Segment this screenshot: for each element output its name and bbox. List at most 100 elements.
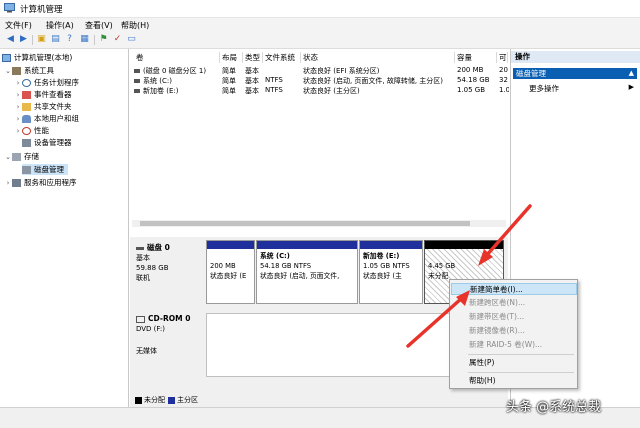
back-arrow-icon[interactable]: ◀ [5, 34, 16, 45]
column-header-layout[interactable]: 布局 [220, 52, 243, 63]
cdrom-info[interactable]: CD-ROM 0 DVD (F:) 无媒体 [136, 313, 204, 357]
cdrom-icon [136, 315, 145, 323]
scrollbar-thumb[interactable] [140, 221, 470, 226]
column-header-capacity[interactable]: 容量 [455, 52, 497, 63]
window-title: 计算机管理 [20, 5, 63, 15]
chevron-right-icon[interactable]: › [4, 179, 12, 187]
tree-item-label: 磁盘管理 [34, 165, 64, 174]
help-icon[interactable]: ? [64, 34, 75, 45]
menu-file[interactable]: 文件(F) [5, 20, 32, 31]
menu-separator [468, 354, 574, 355]
partition-new-volume-e[interactable]: 新加卷 (E:) 1.05 GB NTFS 状态良好 (主 [359, 240, 423, 304]
action-more-actions[interactable]: 更多操作 ▶ [529, 83, 637, 94]
partition-label [210, 251, 251, 261]
connect-icon[interactable]: ⚑ [98, 34, 109, 45]
table-cell: 200 MB [457, 66, 484, 74]
context-menu: 新建简单卷(I)... 新建跨区卷(N)... 新建带区卷(T)... 新建镜像… [449, 279, 578, 389]
menu-item-help[interactable]: 帮助(H) [451, 375, 577, 387]
action-disk-management[interactable]: 磁盘管理 ▲ [513, 68, 637, 79]
tree-item-label: 任务计划程序 [34, 78, 79, 87]
table-cell: 状态良好 (主分区) [303, 87, 360, 95]
navigation-tree: 计算机管理(本地) ⌄ 系统工具 › 任务计划程序 › 事件查看器 › 共享文件… [0, 49, 129, 407]
chevron-right-icon[interactable]: › [14, 115, 22, 123]
menu-action[interactable]: 操作(A) [46, 20, 74, 31]
disk0-name: 磁盘 0 [147, 243, 170, 252]
column-header-status[interactable]: 状态 [301, 52, 455, 63]
watermark: 头条 @系统总裁 [506, 400, 602, 415]
menu-separator [468, 372, 574, 373]
menu-view[interactable]: 查看(V) [85, 20, 113, 31]
services-icon [12, 178, 21, 187]
table-cell: NTFS [265, 86, 283, 94]
tree-item-label: 存储 [24, 152, 39, 161]
caret-right-icon: ▶ [628, 83, 634, 91]
menu-item-new-simple-volume[interactable]: 新建简单卷(I)... [451, 283, 577, 295]
view-icon[interactable]: ▭ [126, 34, 137, 45]
tree-item-services-apps[interactable]: › 服务和应用程序 [4, 177, 77, 188]
table-row[interactable]: 新加卷 (E:) 简单 基本 NTFS 状态良好 (主分区) 1.05 GB 1… [134, 86, 509, 96]
column-header-type[interactable]: 类型 [243, 52, 263, 63]
menu-help[interactable]: 帮助(H) [121, 20, 149, 31]
table-row[interactable]: (磁盘 0 磁盘分区 1) 简单 基本 状态良好 (EFI 系统分区) 200 … [134, 66, 508, 76]
chevron-right-icon[interactable]: › [14, 79, 22, 87]
column-header-free[interactable]: 可 [497, 52, 508, 63]
show-hide-tree-icon[interactable]: ▤ [50, 34, 61, 45]
tree-item-task-scheduler[interactable]: › 任务计划程序 [14, 77, 79, 88]
horizontal-scrollbar[interactable] [132, 220, 506, 227]
tree-item-device-manager[interactable]: 设备管理器 [22, 137, 72, 148]
partition-system-c[interactable]: 系统 (C:) 54.18 GB NTFS 状态良好 (启动, 页面文件, [256, 240, 358, 304]
table-row[interactable]: 系统 (C:) 简单 基本 NTFS 状态良好 (启动, 页面文件, 故障转储,… [134, 76, 508, 86]
partition-label [428, 251, 500, 261]
partition-efi[interactable]: 200 MB 状态良好 (E [206, 240, 255, 304]
partition-size: 1.05 GB NTFS [363, 262, 410, 270]
volume-icon [134, 89, 140, 93]
shared-folder-icon [22, 102, 31, 111]
check-icon[interactable]: ✓ [112, 34, 123, 45]
tree-item-label: 系统工具 [24, 66, 54, 75]
tree-item-event-viewer[interactable]: › 事件查看器 [14, 89, 72, 100]
column-header-filesystem[interactable]: 文件系统 [263, 52, 301, 63]
legend-unallocated-swatch [135, 396, 142, 404]
menu-bar: 文件(F) 操作(A) 查看(V) 帮助(H) [0, 18, 640, 32]
chevron-down-icon[interactable]: ⌄ [4, 67, 12, 75]
disk0-info[interactable]: 磁盘 0 基本 59.88 GB 联机 [136, 243, 204, 283]
table-cell: NTFS [265, 76, 283, 84]
forward-arrow-icon[interactable]: ▶ [18, 34, 29, 45]
disk-management-icon [22, 165, 31, 174]
up-folder-icon[interactable]: ▣ [36, 34, 47, 45]
menu-item-new-mirrored-volume: 新建镜像卷(R)... [469, 326, 525, 335]
tree-item-shared-folders[interactable]: › 共享文件夹 [14, 101, 72, 112]
properties-icon[interactable]: ▦ [79, 34, 90, 45]
tree-item-system-tools[interactable]: ⌄ 系统工具 [4, 65, 54, 76]
menu-item-new-spanned-volume: 新建跨区卷(N)... [469, 298, 526, 307]
table-cell: 基本 [245, 77, 259, 85]
partition-status: 状态良好 (E [210, 272, 247, 280]
chevron-down-icon[interactable]: ⌄ [4, 153, 12, 161]
menu-item-new-raid5-volume: 新建 RAID-5 卷(W)... [469, 340, 543, 349]
storage-icon [12, 152, 21, 161]
device-manager-icon [22, 138, 31, 147]
volume-icon [134, 79, 140, 83]
tree-item-storage[interactable]: ⌄ 存储 [4, 151, 39, 162]
tree-item-local-users[interactable]: › 本地用户和组 [14, 113, 79, 124]
chevron-right-icon[interactable]: › [14, 127, 22, 135]
partition-status: 状态良好 (启动, 页面文件, [260, 272, 340, 280]
users-icon [22, 114, 31, 123]
chevron-right-icon[interactable]: › [14, 103, 22, 111]
tree-item-root[interactable]: 计算机管理(本地) [2, 52, 72, 63]
unallocated-bar [425, 241, 503, 249]
table-cell: 状态良好 (启动, 页面文件, 故障转储, 主分区) [303, 77, 444, 85]
table-cell: 54.18 GB [457, 76, 490, 84]
legend-primary-label: 主分区 [177, 396, 198, 404]
tree-item-performance[interactable]: › 性能 [14, 125, 49, 136]
tree-item-disk-management[interactable]: 磁盘管理 [22, 164, 68, 175]
tree-item-label: 性能 [34, 126, 49, 135]
toolbar-separator [32, 35, 33, 45]
partition-size: 200 MB [210, 262, 236, 270]
menu-item-properties[interactable]: 属性(P) [451, 357, 577, 369]
computer-management-icon [4, 3, 15, 13]
legend-unallocated-label: 未分配 [144, 396, 165, 404]
chevron-right-icon[interactable]: › [14, 91, 22, 99]
volume-icon [134, 69, 140, 73]
column-header-volume[interactable]: 卷 [134, 52, 220, 63]
